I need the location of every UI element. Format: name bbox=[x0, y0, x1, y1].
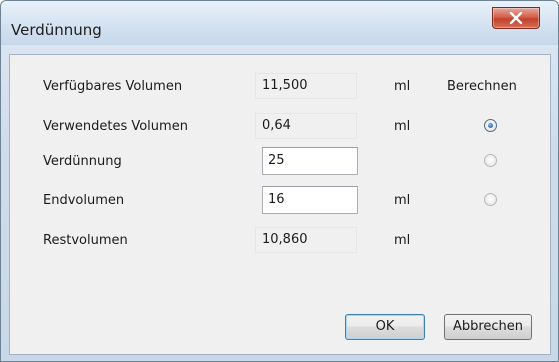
used-volume-label: Verwendetes Volumen bbox=[43, 119, 188, 134]
remaining-volume-value: 10,860 bbox=[255, 227, 357, 253]
used-volume-value: 0,64 bbox=[255, 113, 357, 139]
final-volume-label: Endvolumen bbox=[43, 193, 125, 208]
used-volume-unit: ml bbox=[394, 119, 411, 134]
calculate-used-volume-radio[interactable] bbox=[484, 119, 497, 132]
available-volume-label: Verfügbares Volumen bbox=[43, 79, 183, 94]
dialog-client-area: Berechnen Verfügbares Volumen 11,500 ml … bbox=[9, 54, 551, 355]
dialog-window: Verdünnung Berechnen Verfügbares Volumen… bbox=[0, 0, 559, 362]
cancel-button[interactable]: Abbrechen bbox=[444, 314, 532, 340]
calculate-final-volume-radio[interactable] bbox=[484, 193, 497, 206]
calculate-column-header: Berechnen bbox=[447, 79, 517, 94]
window-title: Verdünnung bbox=[11, 21, 102, 39]
close-button[interactable] bbox=[492, 7, 540, 29]
final-volume-input[interactable]: 16 bbox=[262, 186, 358, 214]
remaining-volume-label: Restvolumen bbox=[43, 233, 128, 248]
final-volume-unit: ml bbox=[394, 193, 411, 208]
available-volume-unit: ml bbox=[394, 79, 411, 94]
remaining-volume-unit: ml bbox=[394, 233, 411, 248]
available-volume-value: 11,500 bbox=[255, 73, 357, 99]
ok-button[interactable]: OK bbox=[345, 314, 425, 340]
calculate-dilution-radio[interactable] bbox=[484, 154, 497, 167]
title-bar[interactable]: Verdünnung bbox=[1, 1, 558, 45]
dilution-input[interactable]: 25 bbox=[262, 147, 358, 175]
dilution-label: Verdünnung bbox=[43, 154, 122, 169]
close-x-icon bbox=[509, 12, 523, 24]
radio-selected-dot bbox=[488, 123, 493, 128]
